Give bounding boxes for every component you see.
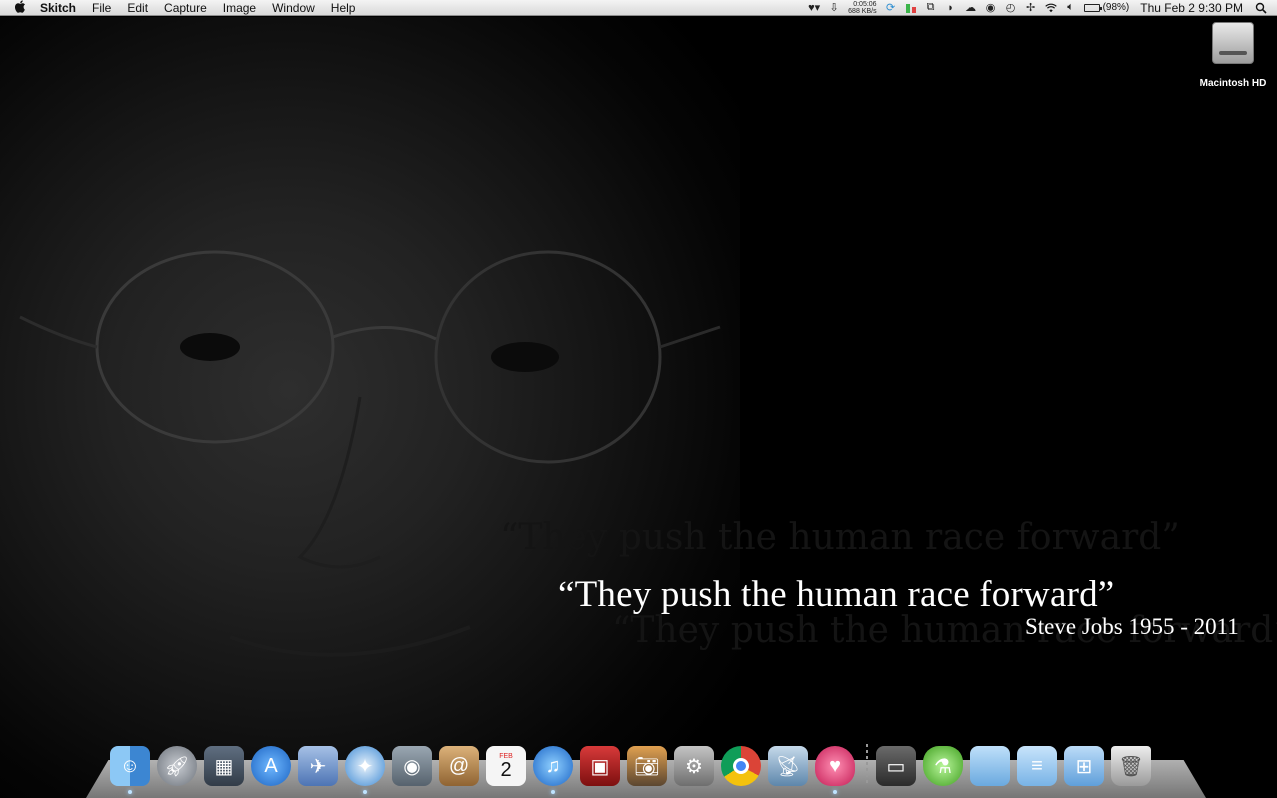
apple-logo-icon <box>14 0 26 16</box>
menu-capture[interactable]: Capture <box>156 0 215 16</box>
menu-image[interactable]: Image <box>215 0 264 16</box>
heart-app-icon[interactable]: ♥ <box>815 746 855 794</box>
quote-echo-upper: “They push the human race forward” <box>500 517 1180 558</box>
running-indicator <box>363 790 367 794</box>
desktop-wallpaper: “They push the human race forward” “They… <box>0 17 1277 798</box>
menu-help[interactable]: Help <box>323 0 364 16</box>
portrait-glasses <box>19 250 721 657</box>
battery-icon <box>1083 3 1102 12</box>
wallpaper-author: Steve Jobs 1955 - 2011 <box>1025 614 1239 639</box>
ical-icon[interactable]: FEB 2 <box>486 746 526 786</box>
itunes-icon[interactable]: ♫ <box>533 746 573 794</box>
sync-icon[interactable]: ⟳ <box>881 0 901 16</box>
download-arrow-icon[interactable]: ⇩ <box>824 0 844 16</box>
menu-window[interactable]: Window <box>264 0 323 16</box>
dropbox-d-icon[interactable]: ◗ <box>941 0 961 16</box>
running-indicator <box>833 790 837 794</box>
chrome-center <box>733 758 749 774</box>
time-machine-icon[interactable]: ◴ <box>1001 0 1021 16</box>
app-menu-skitch[interactable]: Skitch <box>40 0 84 16</box>
heart-menu-icon[interactable]: ♥▾ <box>804 0 824 16</box>
cpu-meter-icon[interactable] <box>901 0 921 16</box>
cloud-icon[interactable]: ☁ <box>961 0 981 16</box>
finder-icon[interactable]: ☺ <box>110 746 150 794</box>
menu-bar: Skitch File Edit Capture Image Window He… <box>0 0 1277 16</box>
running-indicator <box>128 790 132 794</box>
chrome-icon[interactable] <box>721 746 761 786</box>
battery-percent: (98%) <box>1102 2 1130 13</box>
status-menus: ♥▾ ⇩ 0:05:06 688 KB/s ⟳ ⧉ ◗ ☁ ◉ ◴ ✢ 🔈︎ (… <box>804 0 1277 16</box>
launchpad-icon[interactable]: 🚀︎ <box>157 746 197 786</box>
folder-icon[interactable] <box>970 746 1010 786</box>
menu-edit[interactable]: Edit <box>119 0 156 16</box>
wallpaper-quote: “They push the human race forward” <box>558 574 1115 615</box>
running-indicator <box>551 790 555 794</box>
preview-icon[interactable]: ✈︎ <box>298 746 338 786</box>
network-time: 0:05:06 <box>853 0 877 8</box>
network-app-icon[interactable]: 📡︎ <box>768 746 808 786</box>
dock-separator <box>866 744 868 786</box>
dock: ☺ 🚀︎ ▦ A ✈︎ ✦ ◉ @ FEB 2 ♫ ▣ 📷︎ ⚙ 📡︎ ♥ ▭ … <box>110 738 1158 794</box>
network-monitor[interactable]: 0:05:06 688 KB/s <box>844 1 880 15</box>
macintosh-hd-label: Macintosh HD <box>1199 78 1267 89</box>
photo-booth-icon[interactable]: ▣ <box>580 746 620 786</box>
clipboard-icon[interactable]: ⧉ <box>921 0 941 16</box>
battery-status[interactable]: (98%) <box>1081 2 1133 13</box>
dark-folder-icon[interactable]: ▭ <box>876 746 916 786</box>
ical-day: 2 <box>500 758 512 781</box>
app-store-icon[interactable]: A <box>251 746 291 786</box>
wifi-icon[interactable] <box>1041 0 1061 16</box>
menu-file[interactable]: File <box>84 0 119 16</box>
volume-icon[interactable]: 🔈︎ <box>1061 0 1081 16</box>
facetime-icon[interactable]: ◉ <box>392 746 432 786</box>
mission-control-icon[interactable]: ▦ <box>204 746 244 786</box>
safari-icon[interactable]: ✦ <box>345 746 385 794</box>
bluetooth-icon[interactable]: ✢ <box>1021 0 1041 16</box>
iphoto-icon[interactable]: 📷︎ <box>627 746 667 786</box>
trash-icon[interactable]: 🗑︎ <box>1111 746 1151 786</box>
menu-clock[interactable]: Thu Feb 2 9:30 PM <box>1132 1 1251 15</box>
hard-drive-icon <box>1212 22 1254 64</box>
downloads-folder-icon[interactable]: ⊞ <box>1064 746 1104 786</box>
apple-menu[interactable] <box>0 0 40 16</box>
system-preferences-icon[interactable]: ⚙ <box>674 746 714 786</box>
address-book-icon[interactable]: @ <box>439 746 479 786</box>
spotlight-search-icon[interactable] <box>1251 0 1271 16</box>
documents-folder-icon[interactable]: ≡ <box>1017 746 1057 786</box>
network-rate: 688 KB/s <box>848 7 877 15</box>
macintosh-hd-desktop-icon[interactable]: Macintosh HD <box>1198 22 1268 89</box>
green-potion-icon[interactable]: ⚗︎ <box>923 746 963 786</box>
eye-icon[interactable]: ◉ <box>981 0 1001 16</box>
